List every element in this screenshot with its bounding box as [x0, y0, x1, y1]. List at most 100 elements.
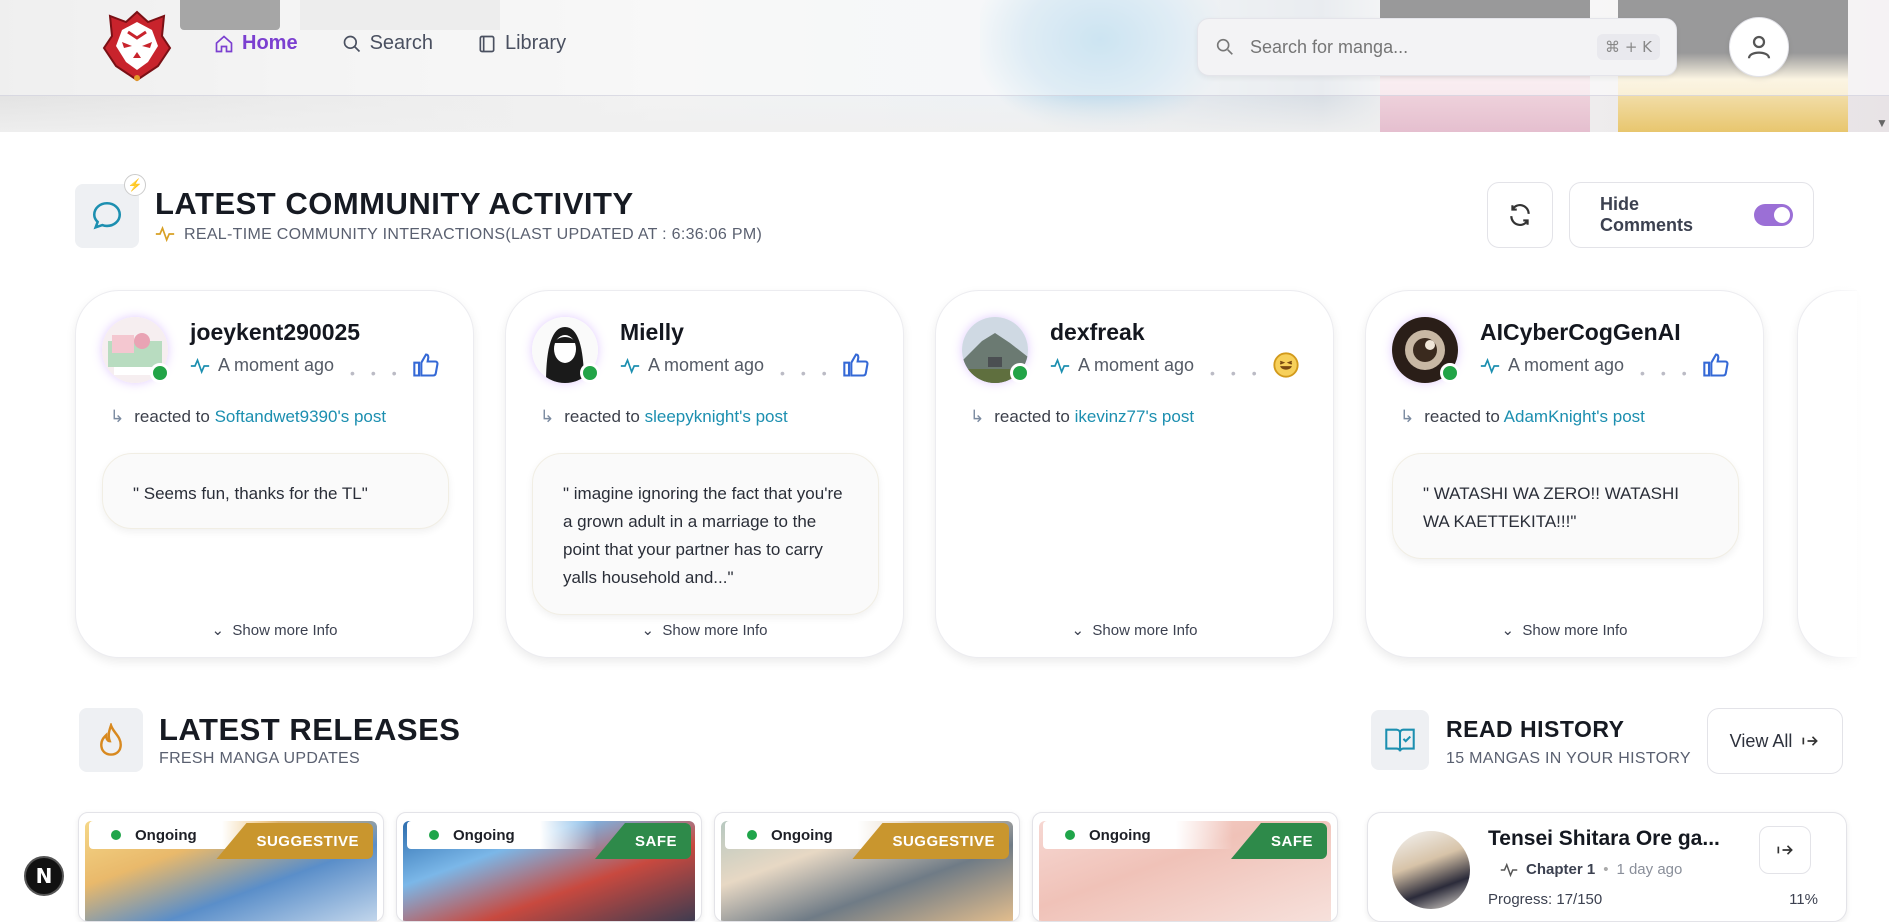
release-card[interactable]: Ongoing SUGGESTIVE: [78, 812, 384, 922]
nav-library-label: Library: [504, 32, 567, 54]
community-title: LATEST COMMUNITY ACTIVITY: [155, 186, 634, 221]
comment-bubble: " WATASHI WA ZERO!! WATASHI WA KAETTEKIT…: [1392, 453, 1739, 559]
hide-comments-toggle[interactable]: Hide Comments: [1569, 182, 1814, 248]
bolt-icon: ⚡: [124, 174, 146, 196]
reply-arrow-icon: ↳: [1400, 407, 1415, 426]
search-icon: [1216, 38, 1233, 55]
top-navigation-bar: Home Search Library ⌘ + K: [0, 0, 1889, 96]
dev-tools-badge[interactable]: N: [24, 856, 64, 896]
reacted-line: ↳ reacted to ikevinz77's post: [970, 407, 1195, 426]
post-link[interactable]: AdamKnight's post: [1504, 407, 1645, 426]
activity-card: joeykent290025 A moment ago ••• ↳ reacte…: [75, 290, 474, 658]
releases-subtitle: FRESH MANGA UPDATES: [159, 750, 360, 767]
chapter-line: Chapter 1 • 1 day ago: [1500, 861, 1682, 878]
reply-arrow-icon: ↳: [970, 407, 985, 426]
hide-comments-label: Hide Comments: [1600, 194, 1694, 235]
username[interactable]: dexfreak: [1050, 319, 1145, 346]
username[interactable]: AICyberCogGenAI: [1480, 319, 1681, 346]
comment-bubble: " imagine ignoring the fact that you're …: [532, 453, 879, 615]
search-shortcut-hint: ⌘ + K: [1597, 34, 1660, 60]
status-badge: Ongoing: [407, 821, 597, 849]
view-all-label: View All: [1729, 730, 1793, 751]
book-icon: [479, 35, 495, 52]
pulse-icon: [190, 357, 210, 374]
scroll-down-arrow-icon[interactable]: ▼: [1876, 116, 1888, 130]
online-status-dot: [1010, 363, 1030, 383]
show-more-info-button[interactable]: ⌄ Show more Info: [936, 621, 1333, 639]
user-icon: [1747, 35, 1771, 59]
user-profile-button[interactable]: [1729, 17, 1789, 77]
pulse-icon: [155, 225, 175, 248]
comment-bubble: " Seems fun, thanks for the TL": [102, 453, 449, 529]
arrow-right-icon: [1777, 845, 1793, 855]
username[interactable]: joeykent290025: [190, 319, 360, 346]
refresh-button[interactable]: [1487, 182, 1553, 248]
progress-percent: 11%: [1789, 891, 1818, 908]
show-more-info-button[interactable]: ⌄ Show more Info: [1366, 621, 1763, 639]
reacted-line: ↳ reacted to AdamKnight's post: [1400, 407, 1645, 426]
status-dot: [1065, 830, 1075, 840]
history-subtitle: 15 MANGAS IN YOUR HISTORY: [1446, 750, 1691, 767]
dots-divider: •••: [350, 365, 413, 381]
chevron-down-icon: ⌄: [1501, 622, 1515, 639]
nav-library[interactable]: Library: [477, 32, 566, 55]
dots-divider: •••: [1210, 365, 1273, 381]
thumbs-up-icon: [1703, 353, 1729, 377]
release-card[interactable]: Ongoing SAFE: [1032, 812, 1338, 922]
status-badge: Ongoing: [1043, 821, 1233, 849]
activity-time: A moment ago: [1480, 355, 1624, 376]
kitsune-logo-icon[interactable]: [100, 8, 174, 84]
release-card[interactable]: Ongoing SAFE: [396, 812, 702, 922]
post-link[interactable]: Softandwet9390's post: [215, 407, 386, 426]
show-more-info-button[interactable]: ⌄ Show more Info: [76, 621, 473, 639]
online-status-dot: [580, 363, 600, 383]
community-subtitle: REAL-TIME COMMUNITY INTERACTIONS(LAST UP…: [184, 226, 763, 243]
view-all-button[interactable]: View All: [1707, 708, 1843, 774]
nav-home[interactable]: Home: [214, 32, 298, 55]
dots-divider: •••: [780, 365, 843, 381]
chevron-down-icon: ⌄: [211, 622, 225, 639]
refresh-icon: [1510, 204, 1530, 226]
manga-thumbnail: [1392, 831, 1470, 909]
history-manga-title[interactable]: Tensei Shitara Ore ga...: [1488, 827, 1720, 851]
activity-card: AICyberCogGenAI A moment ago ••• ↳ react…: [1365, 290, 1764, 658]
laugh-emoji-icon: [1273, 352, 1299, 378]
dots-divider: •••: [1640, 365, 1703, 381]
status-dot: [111, 830, 121, 840]
arrow-right-icon: [1802, 736, 1819, 746]
chevron-down-icon: ⌄: [641, 622, 655, 639]
toggle-switch[interactable]: [1753, 204, 1793, 226]
nav-search[interactable]: Search: [342, 32, 433, 55]
post-link[interactable]: ikevinz77's post: [1075, 407, 1194, 426]
pulse-icon: [1050, 357, 1070, 374]
continue-reading-button[interactable]: [1759, 826, 1811, 874]
username[interactable]: Mielly: [620, 319, 684, 346]
search-bar[interactable]: ⌘ + K: [1197, 18, 1677, 76]
activity-time: A moment ago: [620, 355, 764, 376]
open-book-icon: [1371, 710, 1429, 770]
search-input[interactable]: [1250, 36, 1580, 58]
pulse-icon: [1500, 862, 1518, 877]
pulse-icon: [1480, 357, 1500, 374]
activity-time: A moment ago: [190, 355, 334, 376]
chevron-down-icon: ⌄: [1071, 622, 1085, 639]
reply-arrow-icon: ↳: [540, 407, 555, 426]
activity-card: Mielly A moment ago ••• ↳ reacted to sle…: [505, 290, 904, 658]
activity-time: A moment ago: [1050, 355, 1194, 376]
flame-icon: [79, 708, 143, 772]
main-nav: Home Search Library: [214, 32, 566, 55]
pulse-icon: [620, 357, 640, 374]
search-icon: [343, 35, 360, 52]
nav-search-label: Search: [369, 32, 433, 54]
reacted-line: ↳ reacted to sleepyknight's post: [540, 407, 788, 426]
status-dot: [747, 830, 757, 840]
activity-card: dexfreak A moment ago ••• ↳ reacted to i…: [935, 290, 1334, 658]
reply-arrow-icon: ↳: [110, 407, 125, 426]
thumbs-up-icon: [413, 353, 439, 377]
post-link[interactable]: sleepyknight's post: [645, 407, 788, 426]
scroll-fade: [1815, 280, 1889, 670]
nav-home-label: Home: [242, 32, 298, 54]
release-card[interactable]: Ongoing SUGGESTIVE: [714, 812, 1020, 922]
progress-label: Progress: 17/150: [1488, 891, 1603, 908]
show-more-info-button[interactable]: ⌄ Show more Info: [506, 621, 903, 639]
